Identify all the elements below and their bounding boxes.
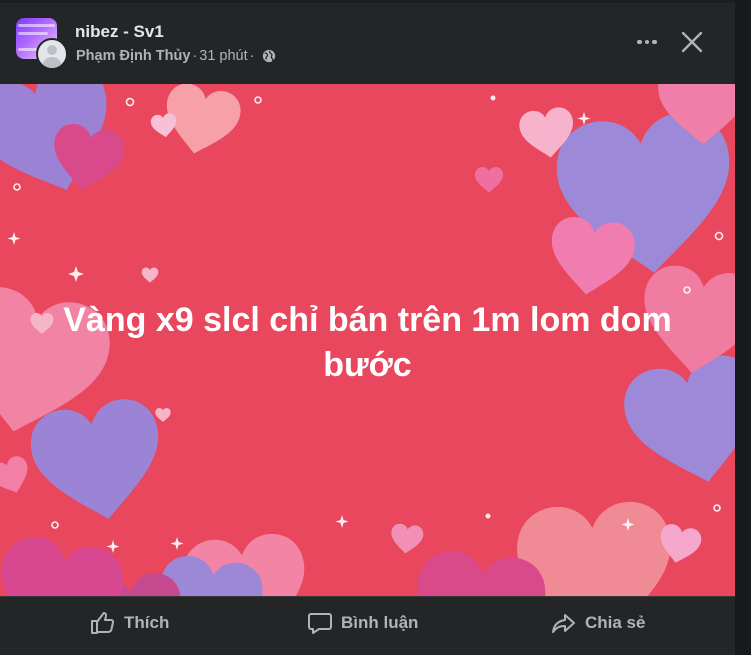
post-header: nibez - Sv1 Phạm Định Thủy · 31 phút · bbox=[0, 0, 735, 84]
globe-icon bbox=[263, 49, 276, 63]
like-button[interactable]: Thích bbox=[90, 607, 169, 639]
group-name[interactable]: nibez - Sv1 bbox=[75, 22, 164, 42]
more-dot bbox=[644, 39, 650, 45]
post-text: Vàng x9 slcl chỉ bán trên 1m lom dom bướ… bbox=[63, 301, 672, 384]
more-horizontal-icon bbox=[637, 39, 642, 45]
more-options-button[interactable] bbox=[627, 27, 667, 57]
comment-icon bbox=[308, 613, 332, 634]
post-time[interactable]: 31 phút bbox=[199, 48, 247, 64]
post-meta: Phạm Định Thủy · 31 phút · bbox=[76, 48, 276, 64]
share-label: Chia sẻ bbox=[585, 613, 646, 632]
post-actions-bar: Thích Bình luận Chia sẻ bbox=[0, 596, 735, 649]
author-avatar[interactable] bbox=[36, 38, 68, 70]
comment-button[interactable]: Bình luận bbox=[307, 607, 418, 639]
like-label: Thích bbox=[124, 613, 170, 632]
meta-separator: · bbox=[192, 48, 198, 64]
share-button[interactable]: Chia sẻ bbox=[551, 607, 645, 639]
thumbs-up-icon bbox=[91, 612, 115, 634]
page-background bbox=[735, 0, 751, 655]
comment-label: Bình luận bbox=[341, 613, 419, 632]
share-icon bbox=[552, 614, 575, 633]
post-background-image[interactable]: Vàng x9 slcl chỉ bán trên 1m lom dom bướ… bbox=[0, 84, 735, 596]
author-name[interactable]: Phạm Định Thủy bbox=[76, 48, 190, 64]
post-card: nibez - Sv1 Phạm Định Thủy · 31 phút · V… bbox=[0, 0, 735, 655]
meta-separator-2: · bbox=[249, 48, 255, 64]
more-dot bbox=[652, 39, 657, 45]
close-icon[interactable] bbox=[674, 26, 710, 60]
